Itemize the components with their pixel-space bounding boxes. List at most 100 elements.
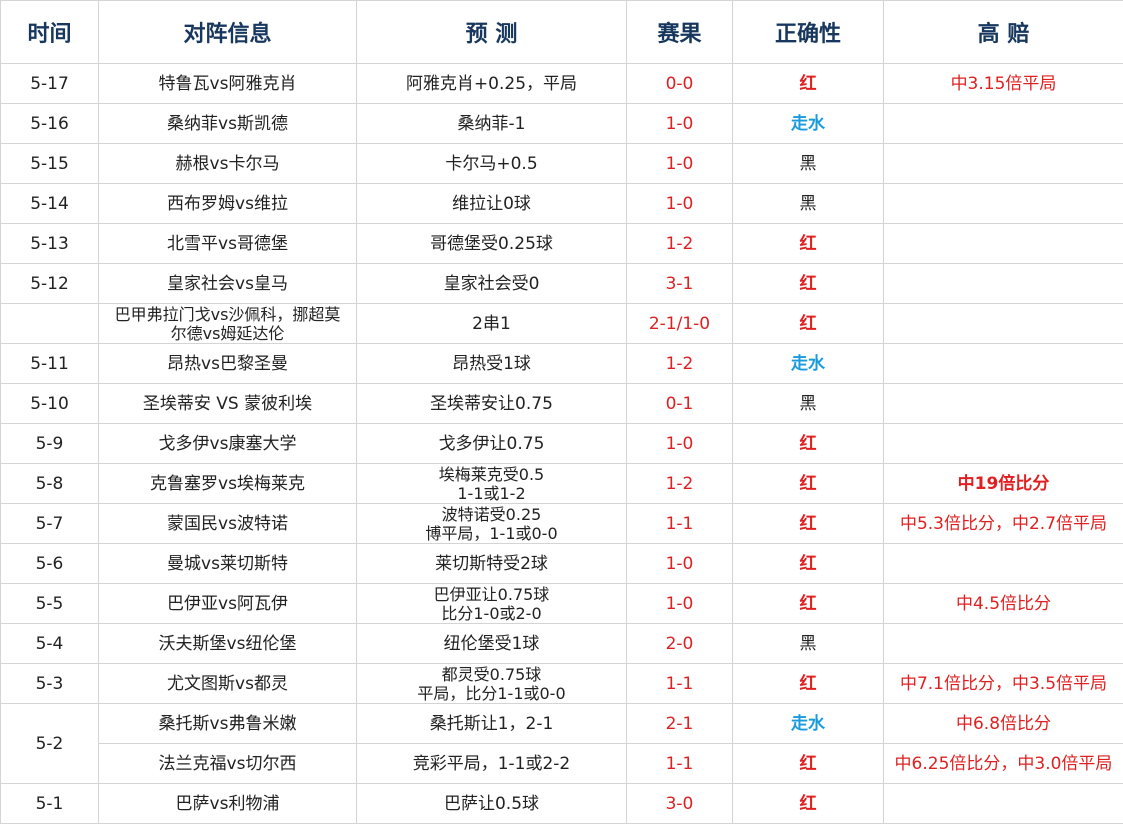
cell-date: 5-12 xyxy=(0,263,99,304)
cell-prediction: 阿雅克肖+0.25，平局 xyxy=(356,63,627,104)
cell-odds xyxy=(883,423,1123,464)
table-row: 5-7 蒙国民vs波特诺 波特诺受0.25 博平局，1-1或0-0 1-1 红中5.3倍比… xyxy=(0,503,1123,544)
cell-match: 皇家社会vs皇马 xyxy=(98,263,357,304)
prediction-line: 博平局，1-1或0-0 xyxy=(425,523,558,543)
cell-score: 3-0 xyxy=(626,783,733,824)
cell-result: 红 xyxy=(732,263,884,304)
header-date: 时间 xyxy=(0,0,99,64)
cell-match: 巴萨vs利物浦 xyxy=(98,783,357,824)
cell-result: 红 xyxy=(732,583,884,624)
cell-date xyxy=(0,303,99,344)
cell-match: 沃夫斯堡vs纽伦堡 xyxy=(98,623,357,664)
table-row: 5-8 克鲁塞罗vs埃梅莱克 埃梅莱克受0.5 1-1或1-2 1-2 红中19倍比分 xyxy=(0,463,1123,504)
cell-match: 巴甲弗拉门戈vs沙佩科，挪超莫 尔德vs姆延达伦 xyxy=(98,303,357,344)
cell-date: 5-9 xyxy=(0,423,99,464)
cell-odds: 中6.25倍比分，中3.0倍平局 xyxy=(883,743,1123,784)
cell-date: 5-17 xyxy=(0,63,99,104)
prediction-line: 1-1或1-2 xyxy=(457,483,526,503)
cell-date: 5-13 xyxy=(0,223,99,264)
cell-date: 5-6 xyxy=(0,543,99,584)
cell-date: 5-5 xyxy=(0,583,99,624)
table-row: 5-13 北雪平vs哥德堡 哥德堡受0.25球 1-2 红 xyxy=(0,223,1123,264)
prediction-table: 时间 对阵信息 预 测 赛果 正确性 高 赔 5-17 特鲁瓦vs阿雅克肖 阿雅克肖… xyxy=(0,0,1123,824)
cell-result: 红 xyxy=(732,663,884,704)
cell-prediction: 维拉让0球 xyxy=(356,183,627,224)
cell-result: 红 xyxy=(732,423,884,464)
cell-score: 2-1/1-0 xyxy=(626,303,733,344)
cell-match: 昂热vs巴黎圣曼 xyxy=(98,343,357,384)
table-row: 5-16 桑纳菲vs斯凯德 桑纳菲-1 1-0 走水 xyxy=(0,103,1123,144)
prediction-line: 平局，比分1-1或0-0 xyxy=(417,683,566,703)
cell-match: 蒙国民vs波特诺 xyxy=(98,503,357,544)
cell-prediction: 桑托斯让1，2-1 xyxy=(356,703,627,744)
cell-date: 5-16 xyxy=(0,103,99,144)
header-high-odds: 高 赔 xyxy=(883,0,1123,64)
cell-prediction: 竞彩平局，1-1或2-2 xyxy=(356,743,627,784)
table-row: 5-15 赫根vs卡尔马 卡尔马+0.5 1-0 黑 xyxy=(0,143,1123,184)
cell-prediction: 巴萨让0.5球 xyxy=(356,783,627,824)
cell-result: 黑 xyxy=(732,143,884,184)
cell-odds: 中3.15倍平局 xyxy=(883,63,1123,104)
cell-match: 赫根vs卡尔马 xyxy=(98,143,357,184)
cell-result: 走水 xyxy=(732,703,884,744)
cell-date: 5-2 xyxy=(0,703,99,784)
cell-odds xyxy=(883,263,1123,304)
cell-result: 黑 xyxy=(732,623,884,664)
cell-date: 5-1 xyxy=(0,783,99,824)
table-row: 5-10 圣埃蒂安 VS 蒙彼利埃 圣埃蒂安让0.75 0-1 黑 xyxy=(0,383,1123,424)
cell-result: 红 xyxy=(732,743,884,784)
cell-match: 北雪平vs哥德堡 xyxy=(98,223,357,264)
cell-odds xyxy=(883,343,1123,384)
cell-result: 红 xyxy=(732,783,884,824)
cell-odds: 中5.3倍比分，中2.7倍平局 xyxy=(883,503,1123,544)
cell-prediction: 2串1 xyxy=(356,303,627,344)
prediction-line: 埃梅莱克受0.5 xyxy=(438,464,545,484)
cell-result: 黑 xyxy=(732,383,884,424)
table-row: 巴甲弗拉门戈vs沙佩科，挪超莫 尔德vs姆延达伦 2串1 2-1/1-0 红 xyxy=(0,303,1123,344)
cell-prediction: 巴伊亚让0.75球 比分1-0或2-0 xyxy=(356,583,627,624)
cell-odds xyxy=(883,623,1123,664)
table-row: 5-12 皇家社会vs皇马 皇家社会受0 3-1 红 xyxy=(0,263,1123,304)
cell-score: 1-0 xyxy=(626,103,733,144)
cell-date: 5-14 xyxy=(0,183,99,224)
cell-score: 1-2 xyxy=(626,343,733,384)
cell-score: 1-0 xyxy=(626,183,733,224)
cell-match: 西布罗姆vs维拉 xyxy=(98,183,357,224)
cell-prediction: 莱切斯特受2球 xyxy=(356,543,627,584)
table-row: 5-9 戈多伊vs康塞大学 戈多伊让0.75 1-0 红 xyxy=(0,423,1123,464)
cell-date: 5-11 xyxy=(0,343,99,384)
header-prediction: 预 测 xyxy=(356,0,627,64)
cell-match: 巴伊亚vs阿瓦伊 xyxy=(98,583,357,624)
cell-odds: 中7.1倍比分，中3.5倍平局 xyxy=(883,663,1123,704)
cell-date: 5-8 xyxy=(0,463,99,504)
cell-score: 1-1 xyxy=(626,743,733,784)
match-line: 尔德vs姆延达伦 xyxy=(170,323,285,343)
table-row: 5-3 尤文图斯vs都灵 都灵受0.75球 平局，比分1-1或0-0 1-1 红中7.1倍… xyxy=(0,663,1123,704)
cell-result: 红 xyxy=(732,463,884,504)
prediction-line: 都灵受0.75球 xyxy=(441,664,542,684)
cell-prediction: 哥德堡受0.25球 xyxy=(356,223,627,264)
cell-score: 1-0 xyxy=(626,583,733,624)
cell-prediction: 波特诺受0.25 博平局，1-1或0-0 xyxy=(356,503,627,544)
header-row: 时间 对阵信息 预 测 赛果 正确性 高 赔 xyxy=(0,0,1123,64)
match-line: 巴甲弗拉门戈vs沙佩科，挪超莫 xyxy=(114,304,341,324)
cell-match: 戈多伊vs康塞大学 xyxy=(98,423,357,464)
table-row: 5-2 桑托斯vs弗鲁米嫩 桑托斯让1，2-1 2-1 走水 中6.8倍比分 xyxy=(0,703,1123,784)
cell-result: 走水 xyxy=(732,103,884,144)
cell-odds xyxy=(883,303,1123,344)
cell-match: 圣埃蒂安 VS 蒙彼利埃 xyxy=(98,383,357,424)
cell-prediction: 纽伦堡受1球 xyxy=(356,623,627,664)
cell-odds xyxy=(883,383,1123,424)
prediction-line: 波特诺受0.25 xyxy=(441,504,542,524)
cell-date: 5-3 xyxy=(0,663,99,704)
cell-match: 桑纳菲vs斯凯德 xyxy=(98,103,357,144)
table-row: 5-14 西布罗姆vs维拉 维拉让0球 1-0 黑 xyxy=(0,183,1123,224)
cell-score: 0-1 xyxy=(626,383,733,424)
cell-prediction: 戈多伊让0.75 xyxy=(356,423,627,464)
cell-odds xyxy=(883,543,1123,584)
cell-odds: 中6.8倍比分 xyxy=(883,703,1123,744)
header-score: 赛果 xyxy=(626,0,733,64)
cell-result: 红 xyxy=(732,503,884,544)
cell-result: 红 xyxy=(732,303,884,344)
cell-odds xyxy=(883,183,1123,224)
